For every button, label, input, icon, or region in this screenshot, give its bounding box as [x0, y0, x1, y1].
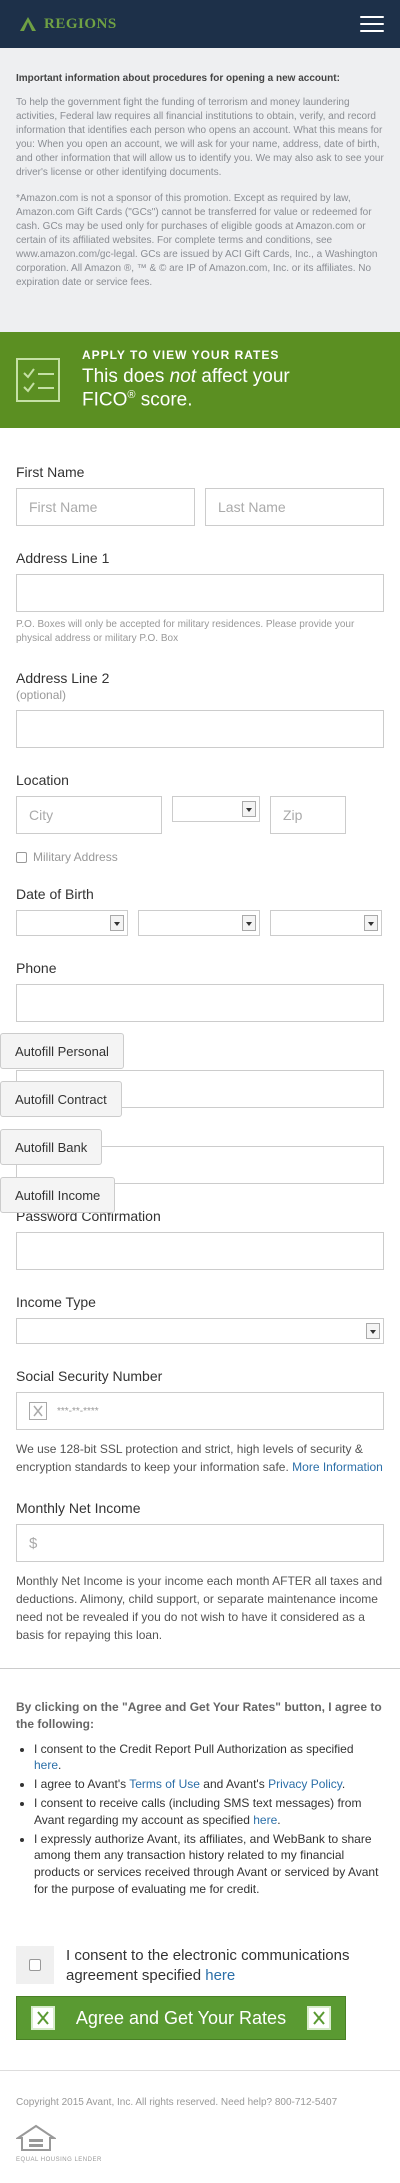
- banner-kicker: APPLY TO VIEW YOUR RATES: [82, 348, 280, 363]
- autofill-income-button[interactable]: Autofill Income: [0, 1177, 116, 1213]
- dob-group: Date of Birth: [16, 886, 384, 936]
- phone-label: Phone: [16, 960, 57, 976]
- copyright-text: Copyright 2015 Avant, Inc. All rights re…: [16, 2097, 338, 2109]
- shield-icon: [31, 2006, 55, 2031]
- military-address-row: Military Address: [16, 850, 384, 864]
- calls-consent-here-link[interactable]: here: [253, 1813, 277, 1827]
- income-help: Monthly Net Income is your income each m…: [16, 1574, 383, 1642]
- regions-logo[interactable]: REGIONS: [16, 16, 117, 33]
- list-item: I consent to the Credit Report Pull Auth…: [34, 1741, 384, 1775]
- autofill-bank-button[interactable]: Autofill Bank: [0, 1129, 103, 1165]
- address2-optional: (optional): [16, 688, 67, 702]
- chevron-down-icon: [242, 801, 256, 817]
- dollar-prefix: $: [29, 1534, 38, 1552]
- house-icon: [14, 2125, 58, 2152]
- disclosure-heading: Important information about procedures f…: [16, 73, 340, 84]
- location-group: Location: [16, 772, 384, 834]
- list-item: I expressly authorize Avant, its affilia…: [34, 1831, 384, 1898]
- brand-name: REGIONS: [44, 15, 117, 32]
- ssn-label: Social Security Number: [16, 1368, 163, 1384]
- menu-icon[interactable]: [360, 16, 384, 32]
- location-label: Location: [16, 772, 69, 788]
- banner-message: This does not affect your FICO® score.: [82, 366, 290, 411]
- address1-help: P.O. Boxes will only be accepted for mil…: [16, 619, 355, 644]
- housing-text: EQUAL HOUSING LENDER: [16, 2157, 102, 2164]
- last-name-input[interactable]: [205, 488, 384, 526]
- city-input[interactable]: [16, 796, 162, 834]
- top-header: REGIONS: [0, 0, 400, 48]
- checklist-icon: [16, 358, 60, 402]
- address1-label: Address Line 1: [16, 550, 110, 566]
- rates-banner: APPLY TO VIEW YOUR RATES This does not a…: [0, 332, 400, 428]
- income-group: Monthly Net Income $ Monthly Net Income …: [16, 1500, 384, 1644]
- military-address-label: Military Address: [33, 850, 118, 864]
- privacy-policy-link[interactable]: Privacy Policy: [268, 1777, 342, 1791]
- state-select[interactable]: [172, 796, 260, 822]
- income-type-label: Income Type: [16, 1294, 96, 1310]
- consent-checkbox-wrapper[interactable]: [16, 1945, 54, 1984]
- page-footer: Copyright 2015 Avant, Inc. All rights re…: [0, 2070, 400, 2183]
- autofill-personal-button[interactable]: Autofill Personal: [0, 1033, 124, 1069]
- chevron-down-icon: [366, 1323, 380, 1339]
- autofill-contract-button[interactable]: Autofill Contract: [0, 1081, 122, 1117]
- agree-get-rates-button[interactable]: Agree and Get Your Rates: [16, 1996, 346, 2041]
- credit-pull-here-link[interactable]: here: [34, 1758, 58, 1772]
- more-information-link[interactable]: More Information: [292, 1460, 383, 1474]
- shield-icon: [307, 2006, 331, 2031]
- income-input[interactable]: $: [16, 1524, 384, 1562]
- agreement-heading: By clicking on the "Agree and Get Your R…: [16, 1700, 382, 1731]
- income-label: Monthly Net Income: [16, 1500, 141, 1516]
- dob-month-select[interactable]: [16, 910, 128, 936]
- dob-label: Date of Birth: [16, 886, 94, 902]
- military-address-checkbox[interactable]: [16, 851, 27, 863]
- first-name-input[interactable]: [16, 488, 195, 526]
- name-group: First Name: [16, 464, 384, 526]
- electronic-consent-row: I consent to the electronic communicatio…: [0, 1932, 400, 1997]
- zip-input[interactable]: [270, 796, 346, 834]
- password-confirm-input[interactable]: [16, 1232, 384, 1270]
- consent-here-link[interactable]: here: [205, 1967, 235, 1984]
- disclosure-paragraph-2: *Amazon.com is not a sponsor of this pro…: [16, 193, 378, 288]
- address1-input[interactable]: [16, 574, 384, 612]
- income-type-group: Income Type: [16, 1294, 384, 1344]
- disclosure-paragraph-1: To help the government fight the funding…: [16, 97, 384, 178]
- income-type-select[interactable]: [16, 1318, 384, 1344]
- terms-of-use-link[interactable]: Terms of Use: [129, 1777, 200, 1791]
- list-item: I consent to receive calls (including SM…: [34, 1795, 384, 1829]
- account-disclosure: Important information about procedures f…: [0, 48, 400, 332]
- phone-group: Phone: [16, 960, 384, 1022]
- ssn-group: Social Security Number ***-**-**** We us…: [16, 1368, 384, 1476]
- phone-input[interactable]: [16, 984, 384, 1022]
- regions-leaf-icon: [20, 17, 36, 31]
- chevron-down-icon: [110, 915, 124, 931]
- list-item: I agree to Avant's Terms of Use and Avan…: [34, 1776, 384, 1793]
- address2-input[interactable]: [16, 710, 384, 748]
- first-name-label: First Name: [16, 464, 85, 480]
- address2-group: Address Line 2 (optional): [16, 670, 384, 748]
- equal-housing-logo: EQUAL HOUSING LENDER: [14, 2124, 384, 2164]
- ssn-help: We use 128-bit SSL protection and strict…: [16, 1442, 383, 1474]
- ssn-input[interactable]: ***-**-****: [16, 1392, 384, 1430]
- agreement-list: I consent to the Credit Report Pull Auth…: [16, 1741, 384, 1898]
- dob-year-select[interactable]: [270, 910, 382, 936]
- password-confirm-group: Password Confirmation: [16, 1208, 384, 1270]
- address1-group: Address Line 1 P.O. Boxes will only be a…: [16, 550, 384, 646]
- chevron-down-icon: [242, 915, 256, 931]
- consent-checkbox[interactable]: [29, 1958, 41, 1971]
- dob-day-select[interactable]: [138, 910, 260, 936]
- chevron-down-icon: [364, 915, 378, 931]
- submit-label: Agree and Get Your Rates: [75, 2007, 287, 2028]
- consent-text: I consent to the electronic communicatio…: [66, 1946, 350, 1985]
- shield-icon: [29, 1402, 47, 1420]
- ssn-mask: ***-**-****: [57, 1405, 99, 1417]
- agreement-section: By clicking on the "Agree and Get Your R…: [0, 1669, 400, 1916]
- address2-label: Address Line 2: [16, 670, 110, 686]
